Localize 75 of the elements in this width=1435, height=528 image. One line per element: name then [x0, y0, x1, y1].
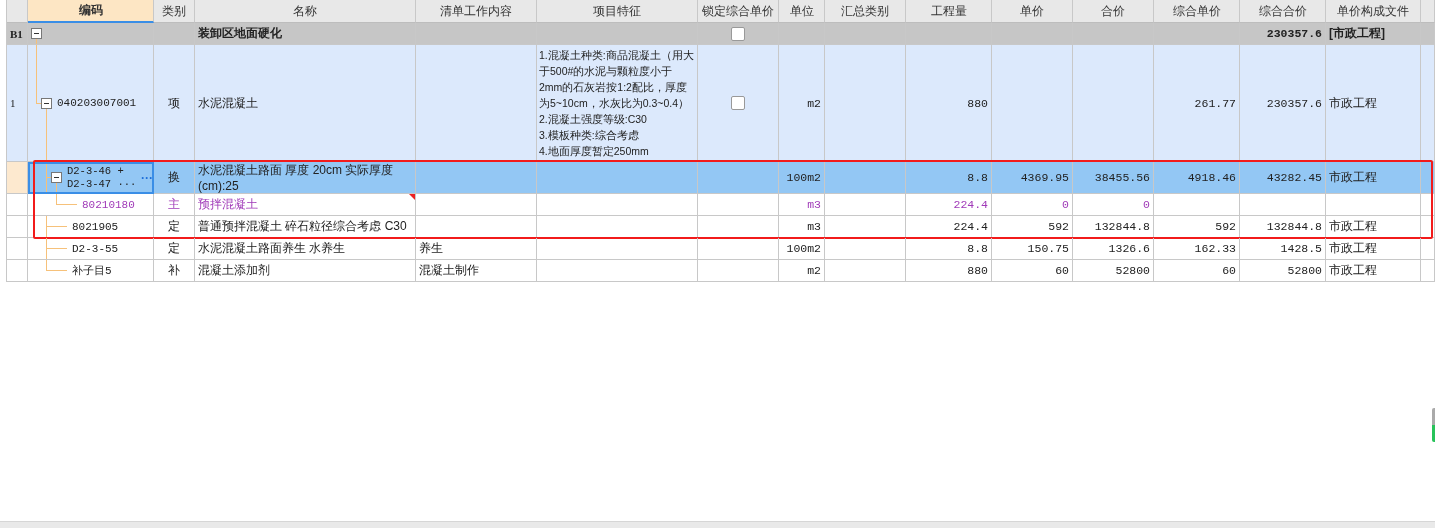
item-code: D2-3-46 + D2-3-47 ···	[66, 163, 138, 192]
table-cell: m2	[807, 264, 821, 277]
table-cell: 132844.8	[1266, 220, 1322, 233]
table-cell: [市政工程]	[1329, 25, 1385, 42]
table-cell: 224.4	[953, 198, 988, 211]
table-cell: 混凝土添加剂	[198, 262, 270, 279]
table-cell: 38455.56	[1094, 171, 1150, 184]
side-tab[interactable]	[1432, 408, 1435, 442]
table-row[interactable]: B1 装卸区地面硬化 230357.6 [市政工程]	[7, 23, 1435, 45]
feature-text: 1.混凝土种类:商品混凝土（用大于500#的水泥与颗粒度小于2mm的石灰岩按1:2配比，厚度为5~10cm，水灰比为0.3~0.4） 2.混凝土强度等级:C30 3.模板种类:综合考虑 4.地面厚度暂定250mm	[539, 48, 695, 159]
table-cell: 224.4	[953, 220, 988, 233]
table-cell: 主	[168, 196, 180, 213]
table-cell: 132844.8	[1094, 220, 1150, 233]
table-cell: 1326.6	[1108, 242, 1150, 255]
item-code: 补子目5	[71, 264, 112, 279]
table-cell: 水泥混凝土	[198, 94, 258, 112]
table-cell: 混凝土制作	[419, 262, 479, 279]
table-cell: 60	[1055, 264, 1069, 277]
table-row[interactable]: 1 040203007001 项 水泥混凝土 1.混凝土种类:商品混凝土（用大于500#的水泥与颗粒度小于2mm的石灰岩按1:2配比，厚度为5~10cm，水灰比为0.3~0.4） 2.混凝土强度等级:C30 3.模板种类:综合考虑 4.地面厚度暂定250mm m2 880 261.77 230357.6 市政工程	[7, 45, 1435, 162]
table-cell: m3	[807, 220, 821, 233]
table-cell: 880	[967, 264, 988, 277]
table-row[interactable]: 补子目5 补 混凝土添加剂 混凝土制作 m2 880 60 52800 60 52800 市政工程	[7, 260, 1435, 282]
lock-checkbox[interactable]	[731, 26, 745, 41]
table-cell: 预拌混凝土	[198, 196, 258, 213]
table-cell: 换	[168, 169, 180, 186]
table-cell: 880	[967, 96, 988, 110]
table-cell: 普通预拌混凝土 碎石粒径综合考虑 C30	[198, 218, 407, 235]
table-row[interactable]: 8021905 定 普通预拌混凝土 碎石粒径综合考虑 C30 m3 224.4 592 132844.8 592 132844.8 市政工程	[7, 216, 1435, 238]
table-cell: 市政工程	[1329, 262, 1377, 279]
table-cell-text: 水泥混凝土路面 厚度 20cm 实际厚度(cm):25	[198, 162, 395, 193]
table-cell: 261.77	[1194, 96, 1236, 110]
table-cell: 定	[168, 218, 180, 235]
table-cell: 补	[168, 262, 180, 279]
item-code: 8021905	[71, 219, 119, 235]
table-cell: 0	[1143, 198, 1150, 211]
table-cell: 592	[1048, 220, 1069, 233]
table-cell: m3	[807, 198, 821, 211]
table-cell: 市政工程	[1329, 94, 1377, 112]
collapse-toggle[interactable]	[51, 172, 62, 183]
table-cell: 100m2	[786, 171, 821, 184]
table-cell: 装卸区地面硬化	[198, 25, 282, 42]
table-cell: 8.8	[967, 171, 988, 184]
table-cell: 150.75	[1027, 242, 1069, 255]
collapse-toggle[interactable]	[31, 28, 42, 39]
item-code: 040203007001	[56, 96, 137, 111]
table-cell: 52800	[1115, 264, 1150, 277]
lock-checkbox[interactable]	[731, 96, 745, 110]
table-cell: 水泥混凝土路面养生 水养生	[198, 240, 346, 257]
table-cell: 60	[1222, 264, 1236, 277]
table-cell: 市政工程	[1329, 169, 1377, 186]
table-cell: 0	[1062, 198, 1069, 211]
table-cell: 592	[1215, 220, 1236, 233]
table-row[interactable]: 80210180 主 预拌混凝土 m3 224.4 0 0	[7, 194, 1435, 216]
table-cell: 4918.46	[1187, 171, 1236, 184]
table-cell: 230357.6	[1266, 27, 1322, 40]
table-cell: m2	[807, 96, 821, 110]
table-cell: 8.8	[967, 242, 988, 255]
column-header[interactable]: 编码	[28, 0, 154, 23]
table-cell: 1428.5	[1280, 242, 1322, 255]
table-cell: 162.33	[1194, 242, 1236, 255]
table-cell: 52800	[1287, 264, 1322, 277]
table-cell: 43282.45	[1266, 171, 1322, 184]
item-code: 80210180	[81, 197, 135, 213]
horizontal-scrollbar[interactable]	[0, 521, 1435, 528]
collapse-toggle[interactable]	[41, 97, 52, 109]
table-cell: 养生	[419, 240, 443, 257]
table-cell: 市政工程	[1329, 240, 1377, 257]
table-cell: 100m2	[786, 242, 821, 255]
table-cell: 市政工程	[1329, 218, 1377, 235]
item-code: D2-3-55	[71, 241, 119, 257]
table-cell: 230357.6	[1266, 96, 1322, 110]
table-cell: 定	[168, 240, 180, 257]
table-cell: 项	[168, 94, 180, 112]
table-row[interactable]: D2-3-55 定 水泥混凝土路面养生 水养生 养生 100m2 8.8 150.75 1326.6 162.33 1428.5 市政工程	[7, 238, 1435, 260]
table-cell: 4369.95	[1020, 171, 1069, 184]
